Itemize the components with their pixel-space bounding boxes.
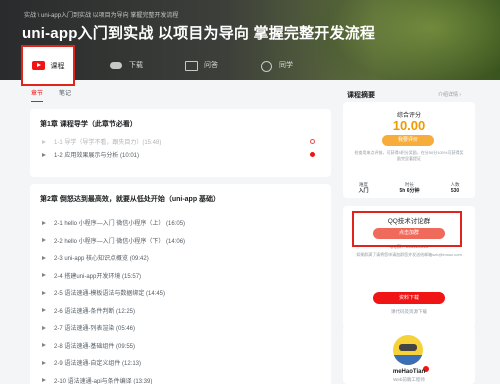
lesson-item[interactable]: 2-7 语法速通-列表渲染 (05:46)	[30, 319, 331, 337]
lesson-item[interactable]: 2-6 语法速通-条件判断 (12:25)	[30, 302, 331, 320]
classmates-icon	[260, 60, 273, 72]
stat-label: 难度	[358, 182, 368, 187]
lesson-label: 2-7 语法速通-列表渲染 (05:46)	[54, 326, 136, 333]
summary-card: 综合评分 10.00 我要评价 检查用来点评前，可获得5积分奖励，在分50分10…	[343, 102, 475, 198]
qa-icon	[185, 60, 198, 71]
subtab-chapters[interactable]: 章节	[31, 88, 44, 102]
lesson-item[interactable]: 2-4 搭建uni-app开发环境 (15:57)	[30, 267, 331, 285]
play-icon	[42, 139, 46, 144]
tab-qa-label: 问答	[204, 62, 218, 69]
play-icon	[42, 152, 46, 157]
chapter-card-1: 第1章 课程导学（此章节必看） 1-1 导学（导学不看，跟失目力）(15:48)…	[30, 109, 331, 177]
page-title: uni-app入门到实战 以项目为导向 掌握完整开发流程	[22, 25, 376, 42]
stat-value: 入门	[358, 188, 369, 194]
teacher-avatar[interactable]	[393, 335, 423, 365]
download-materials-button[interactable]: 资料下载	[373, 292, 445, 304]
lesson-label: 2-9 语法速通-自定义组件 (12:13)	[54, 361, 142, 368]
subtab-notes[interactable]: 笔记	[59, 88, 71, 102]
tab-course[interactable]: 课程	[21, 45, 75, 86]
tab-qa[interactable]: 问答	[185, 48, 218, 82]
teacher-role: Web前端工程师	[393, 377, 425, 382]
lesson-label: 1-2 应用效果展示与分析 (10:01)	[54, 153, 140, 159]
play-icon	[42, 290, 46, 295]
tab-classmates-label: 同学	[279, 62, 293, 69]
lesson-item[interactable]: 2-9 语法速通-自定义组件 (12:13)	[30, 354, 331, 372]
rate-note: 检查用来点评前，可获得5积分奖励，在分50分100%可获得奖励完显著提证	[354, 150, 464, 161]
chapter-title: 第2章 倒怒达到最高效，就要从低处开始（uni-app 基础）	[40, 196, 221, 203]
lesson-label: 2-6 语法速通-条件判断 (12:25)	[54, 308, 136, 315]
lesson-label: 1-1 导学（导学不看，跟失目力）(15:48)	[54, 140, 162, 146]
stat-difficulty: 难度 入门	[358, 182, 368, 194]
tab-course-label: 课程	[50, 62, 65, 70]
lesson-label: 2-3 uni-app 核心知识点概览 (09:42)	[54, 256, 149, 263]
download-icon	[110, 61, 123, 70]
course-tabbar: 课程 下载 问答 同学	[0, 42, 500, 86]
score-value: 10.00	[392, 118, 426, 133]
chapter-subtabs: 章节 笔记	[31, 88, 71, 102]
lesson-item[interactable]: 1-2 应用效果展示与分析 (10:01)	[30, 148, 331, 161]
lesson-label: 2-2 hello 小程序—入门 微信小程序（下） (14:06)	[54, 238, 186, 245]
stat-label: 时长	[404, 182, 414, 187]
lesson-item[interactable]: 2-2 hello 小程序—入门 微信小程序（下） (14:06)	[30, 232, 331, 250]
play-icon	[42, 325, 46, 330]
play-icon	[42, 343, 46, 348]
play-icon	[42, 378, 46, 383]
play-icon	[42, 308, 46, 313]
course-stats: 难度 入门 时长 5h 6分钟 人数 530	[343, 182, 475, 194]
stat-label: 人数	[450, 182, 460, 187]
stat-students: 人数 530	[450, 182, 459, 194]
materials-note: 课代码及资源下载	[391, 309, 427, 314]
chapter-card-2: 第2章 倒怒达到最高效，就要从低处开始（uni-app 基础） 2-1 hell…	[30, 184, 331, 384]
play-icon	[42, 238, 46, 243]
teacher-card: meHaoTian Web前端工程师	[343, 325, 475, 384]
progress-dot-icon	[310, 139, 315, 144]
play-icon	[42, 255, 46, 260]
teacher-name[interactable]: meHaoTian	[343, 369, 475, 375]
lesson-label: 2-4 搭建uni-app开发环境 (15:57)	[54, 273, 142, 280]
lesson-item[interactable]: 2-1 hello 小程序—入门 微信小程序（上） (16:05)	[30, 214, 331, 232]
lesson-item[interactable]: 2-10 语法速通-api与条件编译 (13:39)	[30, 372, 331, 384]
play-icon	[42, 360, 46, 365]
summary-title: 课程摘要	[347, 92, 375, 99]
lesson-label: 2-5 语法速通-模板语法与数据绑定 (14:45)	[54, 291, 166, 298]
lesson-label: 2-8 语法速通-基础组件 (09:55)	[54, 343, 136, 350]
lesson-item[interactable]: 2-3 uni-app 核心知识点概览 (09:42)	[30, 249, 331, 267]
details-link[interactable]: 介绍详情 ›	[438, 91, 461, 98]
lesson-item[interactable]: 2-8 语法速通-基础组件 (09:55)	[30, 337, 331, 355]
stat-duration: 时长 5h 6分钟	[399, 182, 419, 194]
lesson-label: 2-10 语法速通-api与条件编译 (13:39)	[54, 378, 153, 384]
tab-download[interactable]: 下载	[110, 48, 143, 82]
rate-button[interactable]: 我要评价	[382, 135, 434, 146]
lesson-item[interactable]: 1-1 导学（导学不看，跟失目力）(15:48)	[30, 135, 331, 148]
tab-classmates[interactable]: 同学	[260, 48, 293, 82]
qq-highlight-box	[352, 211, 462, 247]
tab-download-label: 下载	[129, 62, 143, 69]
qq-group-note: 如果群满了请将您申请加群您并发送给邮箱szh@imooc.com	[356, 252, 462, 257]
play-icon	[42, 273, 46, 278]
breadcrumb[interactable]: 实战 \ uni-app入门到实战 以项目为导向 掌握完整开发流程	[24, 10, 178, 19]
stat-value: 530	[450, 188, 460, 194]
lesson-item[interactable]: 2-5 语法速通-模板语法与数据绑定 (14:45)	[30, 284, 331, 302]
play-icon	[42, 220, 46, 225]
course-icon	[31, 61, 45, 70]
stat-value: 5h 6分钟	[399, 188, 420, 194]
progress-dot-icon	[310, 152, 315, 157]
chapter-title: 第1章 课程导学（此章节必看）	[40, 121, 137, 128]
lesson-label: 2-1 hello 小程序—入门 微信小程序（上） (16:05)	[54, 221, 186, 228]
